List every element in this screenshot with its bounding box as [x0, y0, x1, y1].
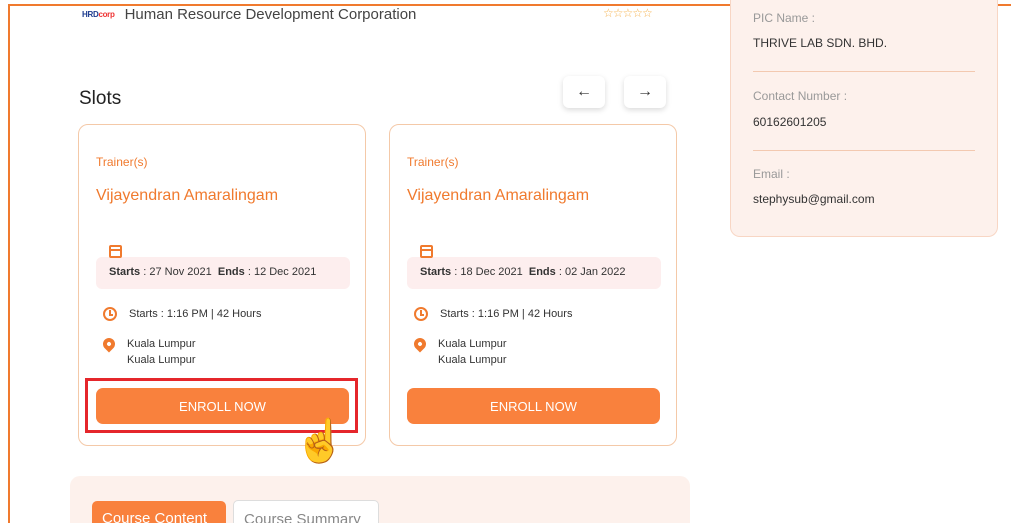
email-label: Email : — [753, 167, 790, 181]
contact-value: 60162601205 — [753, 115, 827, 129]
date-range-box: Starts : 27 Nov 2021 Ends : 12 Dec 2021 — [96, 245, 350, 289]
time-row: Starts : 1:16 PM | 42 Hours — [103, 307, 261, 321]
trainer-name: Vijayendran Amaralingam — [407, 187, 590, 204]
clock-icon — [414, 307, 428, 321]
tab-course-content[interactable]: Course Content — [92, 501, 226, 523]
pic-name-value: THRIVE LAB SDN. BHD. — [753, 36, 888, 50]
arrow-right-icon: → — [637, 83, 653, 100]
arrow-left-icon: ← — [576, 83, 592, 100]
trainer-name: Vijayendran Amaralingam — [96, 187, 279, 204]
location-row: Kuala Lumpur Kuala Lumpur — [411, 335, 507, 368]
slots-title: Slots — [79, 88, 122, 109]
prev-slot-button[interactable]: ← — [563, 76, 605, 108]
time-text: Starts : 1:16 PM | 42 Hours — [440, 308, 573, 320]
provider-name: Human Resource Development Corporation — [124, 5, 417, 23]
provider-logo: HRDcorp — [82, 9, 115, 19]
hand-pointer-icon: ☝ — [294, 417, 347, 464]
course-tabs-panel: Course Content Course Summary — [70, 476, 690, 523]
pic-name-label: PIC Name : — [753, 11, 816, 25]
tab-course-summary[interactable]: Course Summary — [233, 500, 379, 523]
pic-info-panel: PIC Name : THRIVE LAB SDN. BHD. Contact … — [730, 0, 998, 237]
date-range-box: Starts : 18 Dec 2021 Ends : 02 Jan 2022 — [407, 245, 661, 289]
location-text: Kuala Lumpur Kuala Lumpur — [438, 338, 507, 366]
location-row: Kuala Lumpur Kuala Lumpur — [100, 335, 196, 368]
slot-card: Trainer(s) Vijayendran Amaralingam Start… — [389, 124, 677, 446]
next-slot-button[interactable]: → — [624, 76, 666, 108]
trainer-label: Trainer(s) — [96, 155, 148, 169]
date-range: Starts : 27 Nov 2021 Ends : 12 Dec 2021 — [109, 266, 317, 278]
email-value: stephysub@gmail.com — [753, 192, 875, 206]
location-pin-icon — [100, 335, 118, 353]
time-text: Starts : 1:16 PM | 42 Hours — [129, 308, 262, 320]
date-range: Starts : 18 Dec 2021 Ends : 02 Jan 2022 — [420, 266, 626, 278]
location-pin-icon — [411, 335, 429, 353]
page-border-left — [8, 4, 10, 523]
trainer-label: Trainer(s) — [407, 155, 459, 169]
rating-stars: ☆☆☆☆☆ — [603, 6, 653, 20]
calendar-icon — [109, 245, 122, 258]
provider-row: HRDcorp Human Resource Development Corpo… — [82, 4, 416, 24]
divider — [753, 150, 975, 151]
location-text: Kuala Lumpur Kuala Lumpur — [127, 338, 196, 366]
contact-label: Contact Number : — [753, 89, 848, 103]
divider — [753, 71, 975, 72]
enroll-now-button[interactable]: ENROLL NOW — [407, 388, 660, 424]
clock-icon — [103, 307, 117, 321]
time-row: Starts : 1:16 PM | 42 Hours — [414, 307, 572, 321]
calendar-icon — [420, 245, 433, 258]
